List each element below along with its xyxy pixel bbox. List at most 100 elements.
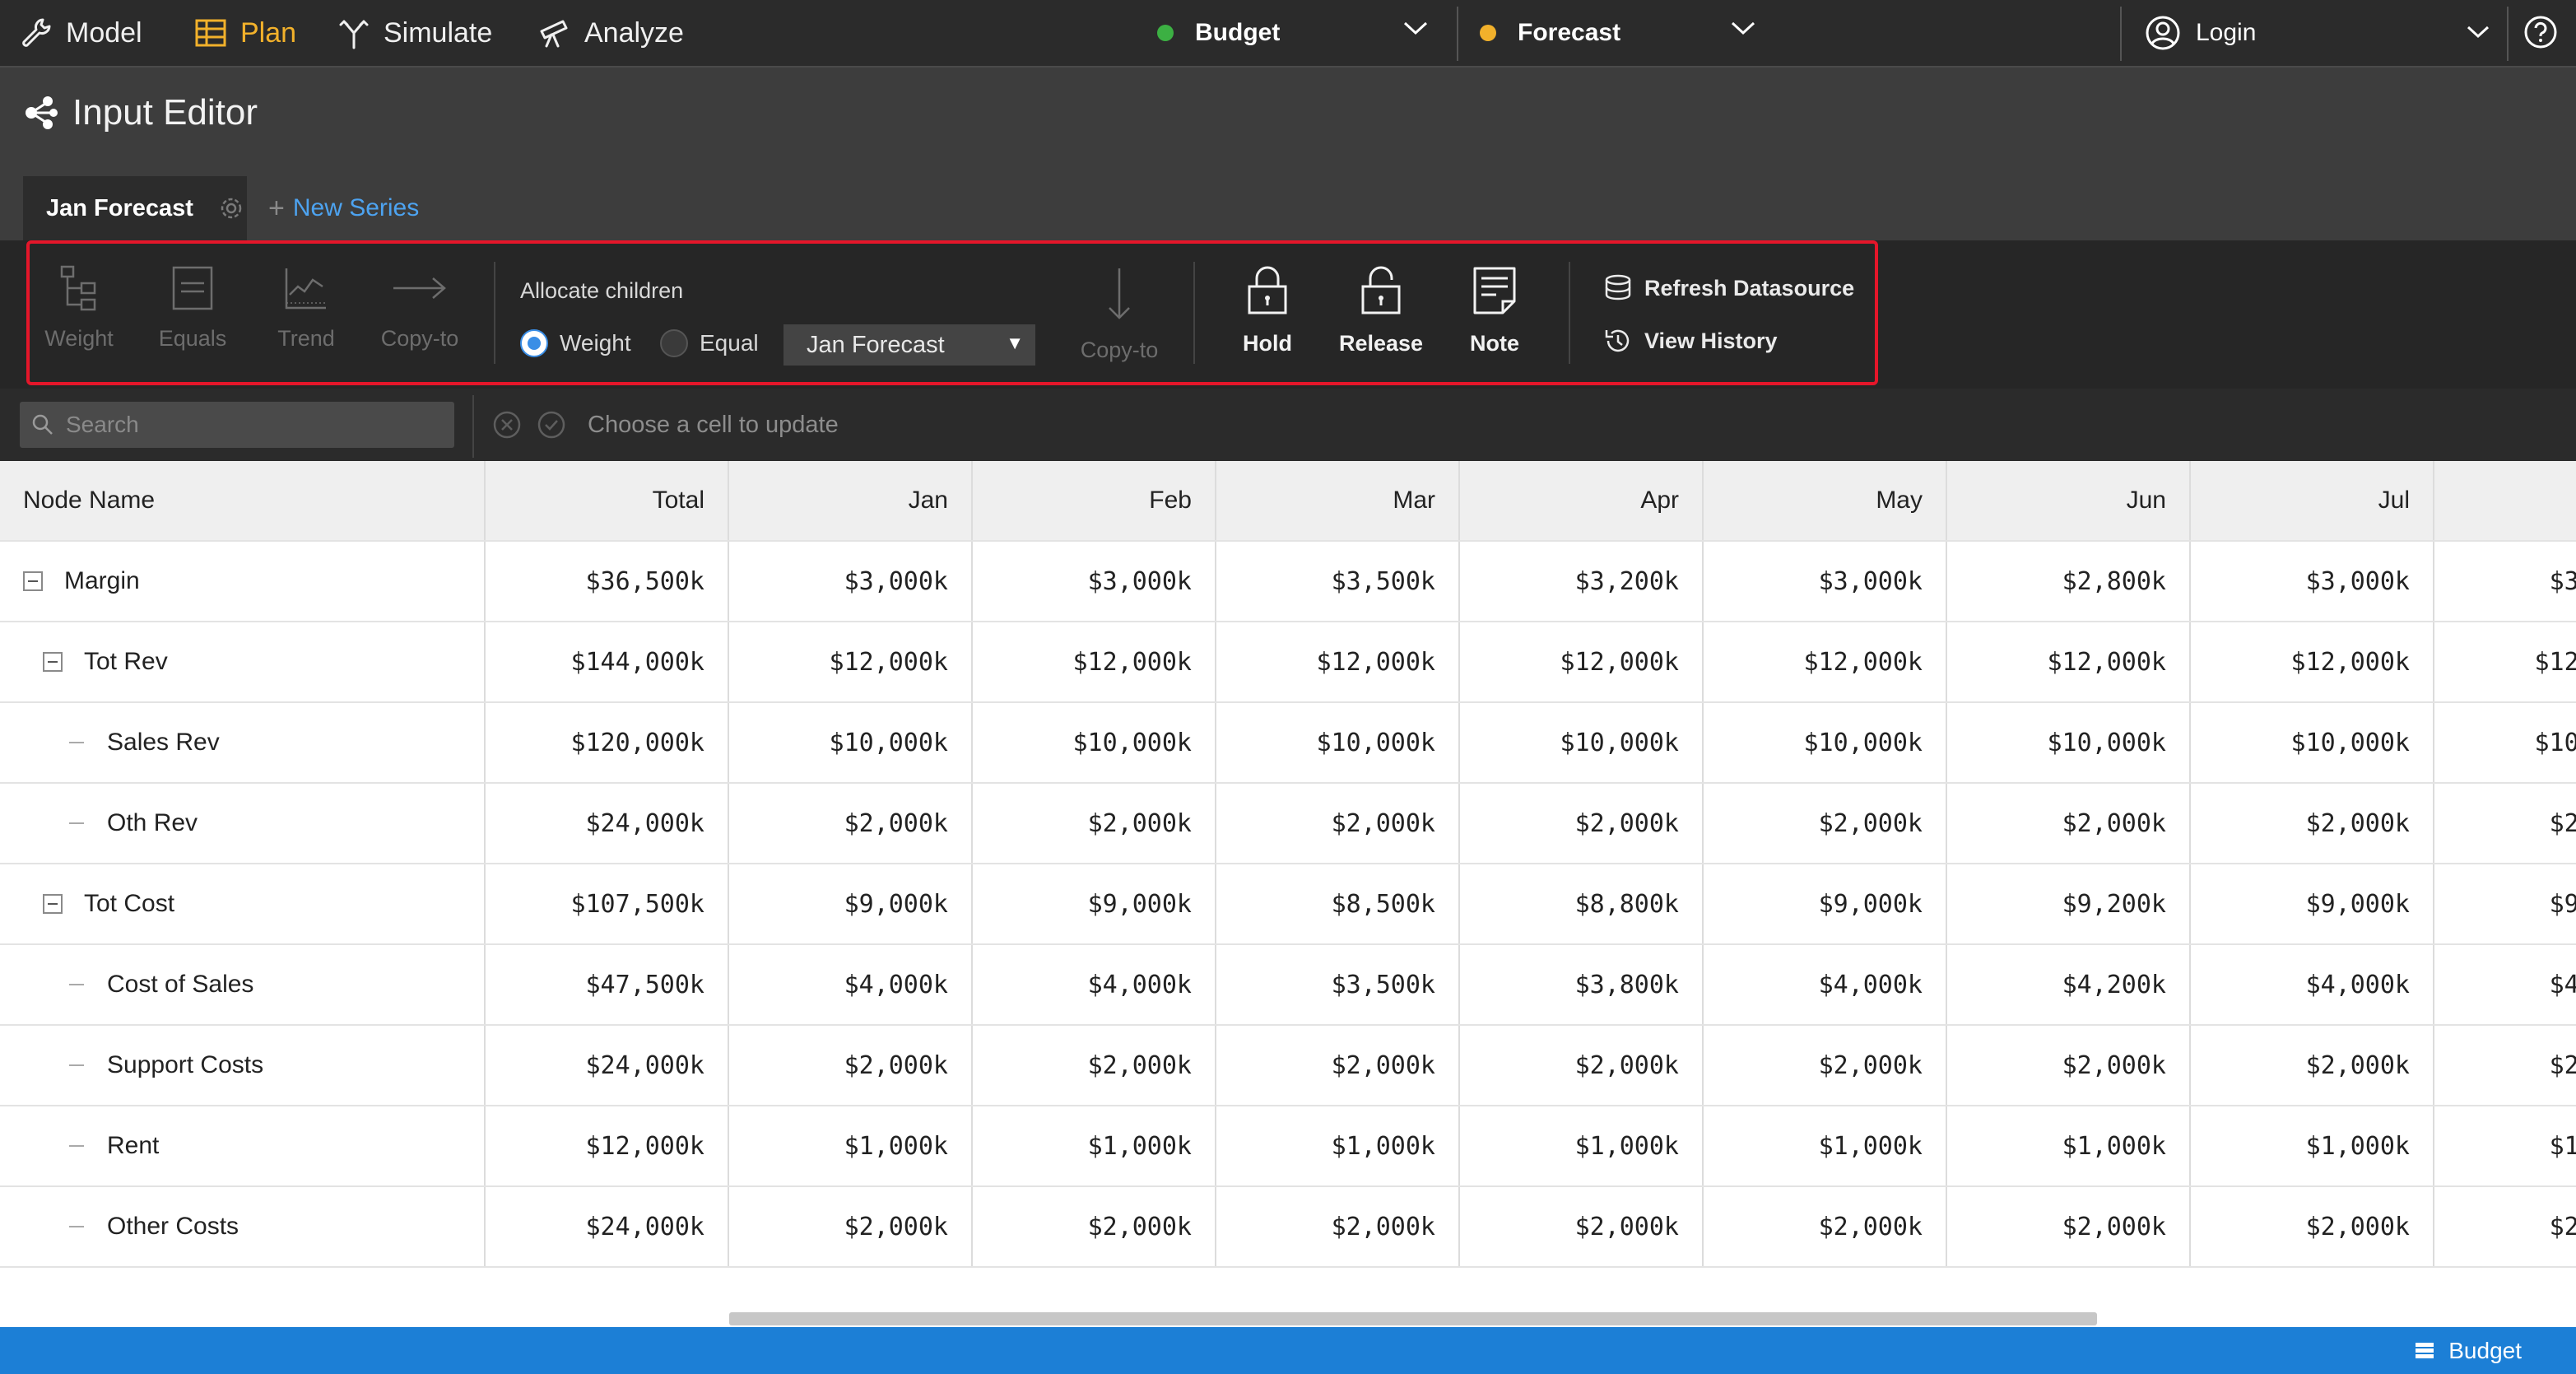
value-cell[interactable]: $3,000k	[2434, 542, 2576, 621]
value-cell[interactable]: $2,000k	[1460, 784, 1704, 863]
view-history-button[interactable]: View History	[1603, 326, 1778, 356]
value-cell[interactable]: $2,000k	[2434, 784, 2576, 863]
hold-button[interactable]: Hold	[1218, 265, 1317, 356]
value-cell[interactable]: $3,000k	[973, 542, 1216, 621]
value-cell[interactable]: $12,000k	[2191, 622, 2434, 701]
value-cell[interactable]: $3,500k	[1216, 542, 1460, 621]
value-cell[interactable]: $3,200k	[1460, 542, 1704, 621]
value-cell[interactable]: $2,000k	[729, 1187, 973, 1266]
value-cell[interactable]: $2,000k	[1947, 1187, 2191, 1266]
value-cell[interactable]: $2,000k	[2191, 784, 2434, 863]
value-cell[interactable]: $10,000k	[1947, 703, 2191, 782]
equal-radio[interactable]: Equal	[660, 329, 759, 357]
value-cell[interactable]: $2,000k	[729, 1026, 973, 1105]
value-cell[interactable]: $1,000k	[729, 1106, 973, 1185]
column-header-aug[interactable]: Aug	[2434, 461, 2576, 540]
copy-to-down-button[interactable]: Copy-to	[1070, 265, 1169, 363]
value-cell[interactable]: $12,000k	[1947, 622, 2191, 701]
note-button[interactable]: Note	[1445, 265, 1544, 356]
value-cell[interactable]: $12,000k	[2434, 622, 2576, 701]
value-cell[interactable]: $4,000k	[2191, 945, 2434, 1024]
help-icon[interactable]	[2523, 15, 2558, 49]
node-name-cell[interactable]: Oth Rev	[0, 784, 486, 863]
value-cell[interactable]: $2,000k	[1704, 1026, 1947, 1105]
login-menu[interactable]: Login	[2145, 0, 2499, 66]
value-cell[interactable]: $8,500k	[1216, 864, 1460, 943]
value-cell[interactable]: $2,000k	[1704, 1187, 1947, 1266]
nav-analyze[interactable]: Analyze	[538, 0, 684, 66]
value-cell[interactable]: $3,000k	[729, 542, 973, 621]
column-header-feb[interactable]: Feb	[973, 461, 1216, 540]
value-cell[interactable]: $10,000k	[2191, 703, 2434, 782]
value-cell[interactable]: $3,000k	[1704, 542, 1947, 621]
value-cell[interactable]: $144,000k	[486, 622, 729, 701]
value-cell[interactable]: $9,000k	[2191, 864, 2434, 943]
value-cell[interactable]: $2,000k	[2191, 1026, 2434, 1105]
value-cell[interactable]: $12,000k	[973, 622, 1216, 701]
series-select-dropdown[interactable]: Jan Forecast ▼	[783, 324, 1035, 366]
value-cell[interactable]: $2,000k	[973, 1187, 1216, 1266]
tab-jan-forecast[interactable]: Jan Forecast	[23, 176, 247, 240]
value-cell[interactable]: $2,000k	[729, 784, 973, 863]
value-cell[interactable]: $2,000k	[2434, 1026, 2576, 1105]
value-cell[interactable]: $12,000k	[1704, 622, 1947, 701]
value-cell[interactable]: $9,000k	[729, 864, 973, 943]
value-cell[interactable]: $2,000k	[973, 1026, 1216, 1105]
copy-to-tool-button[interactable]: Copy-to	[370, 265, 469, 352]
value-cell[interactable]: $9,000k	[2434, 864, 2576, 943]
value-cell[interactable]: $10,000k	[729, 703, 973, 782]
value-cell[interactable]: $2,000k	[973, 784, 1216, 863]
column-header-jan[interactable]: Jan	[729, 461, 973, 540]
confirm-edit-icon[interactable]	[537, 410, 566, 440]
value-cell[interactable]: $2,000k	[1460, 1187, 1704, 1266]
collapse-toggle-icon[interactable]	[43, 894, 63, 914]
value-cell[interactable]: $2,000k	[1947, 784, 2191, 863]
value-cell[interactable]: $2,000k	[1216, 1187, 1460, 1266]
column-header-mar[interactable]: Mar	[1216, 461, 1460, 540]
weight-radio[interactable]: Weight	[520, 329, 631, 357]
nav-model[interactable]: Model	[20, 0, 142, 66]
collapse-toggle-icon[interactable]	[43, 652, 63, 672]
value-cell[interactable]: $9,200k	[1947, 864, 2191, 943]
value-cell[interactable]: $8,800k	[1460, 864, 1704, 943]
node-name-cell[interactable]: Rent	[0, 1106, 486, 1185]
nav-simulate[interactable]: Simulate	[337, 0, 492, 66]
node-name-cell[interactable]: Tot Rev	[0, 622, 486, 701]
column-header-jul[interactable]: Jul	[2191, 461, 2434, 540]
value-cell[interactable]: $10,000k	[1216, 703, 1460, 782]
refresh-datasource-button[interactable]: Refresh Datasource	[1603, 273, 1854, 303]
trend-tool-button[interactable]: Trend	[257, 265, 356, 352]
value-cell[interactable]: $1,000k	[973, 1106, 1216, 1185]
value-cell[interactable]: $3,800k	[1460, 945, 1704, 1024]
column-header-may[interactable]: May	[1704, 461, 1947, 540]
value-cell[interactable]: $2,000k	[1704, 784, 1947, 863]
value-cell[interactable]: $2,800k	[1947, 542, 2191, 621]
node-name-cell[interactable]: Tot Cost	[0, 864, 486, 943]
value-cell[interactable]: $12,000k	[486, 1106, 729, 1185]
node-name-cell[interactable]: Margin	[0, 542, 486, 621]
value-cell[interactable]: $10,000k	[1704, 703, 1947, 782]
value-cell[interactable]: $1,000k	[2434, 1106, 2576, 1185]
search-field[interactable]	[20, 402, 454, 448]
value-cell[interactable]: $10,000k	[973, 703, 1216, 782]
value-cell[interactable]: $4,000k	[729, 945, 973, 1024]
weight-tool-button[interactable]: Weight	[30, 265, 128, 352]
value-cell[interactable]: $10,000k	[2434, 703, 2576, 782]
node-name-cell[interactable]: Cost of Sales	[0, 945, 486, 1024]
value-cell[interactable]: $1,000k	[1460, 1106, 1704, 1185]
value-cell[interactable]: $120,000k	[486, 703, 729, 782]
column-header-node-name[interactable]: Node Name	[0, 461, 486, 540]
value-cell[interactable]: $3,500k	[1216, 945, 1460, 1024]
search-input[interactable]	[64, 411, 430, 439]
value-cell[interactable]: $24,000k	[486, 784, 729, 863]
node-name-cell[interactable]: Sales Rev	[0, 703, 486, 782]
value-cell[interactable]: $24,000k	[486, 1026, 729, 1105]
gear-icon[interactable]	[218, 195, 244, 221]
value-cell[interactable]: $24,000k	[486, 1187, 729, 1266]
cancel-edit-icon[interactable]	[492, 410, 522, 440]
column-header-total[interactable]: Total	[486, 461, 729, 540]
value-cell[interactable]: $2,000k	[1947, 1026, 2191, 1105]
equals-tool-button[interactable]: Equals	[143, 265, 242, 352]
value-cell[interactable]: $2,000k	[1460, 1026, 1704, 1105]
value-cell[interactable]: $36,500k	[486, 542, 729, 621]
